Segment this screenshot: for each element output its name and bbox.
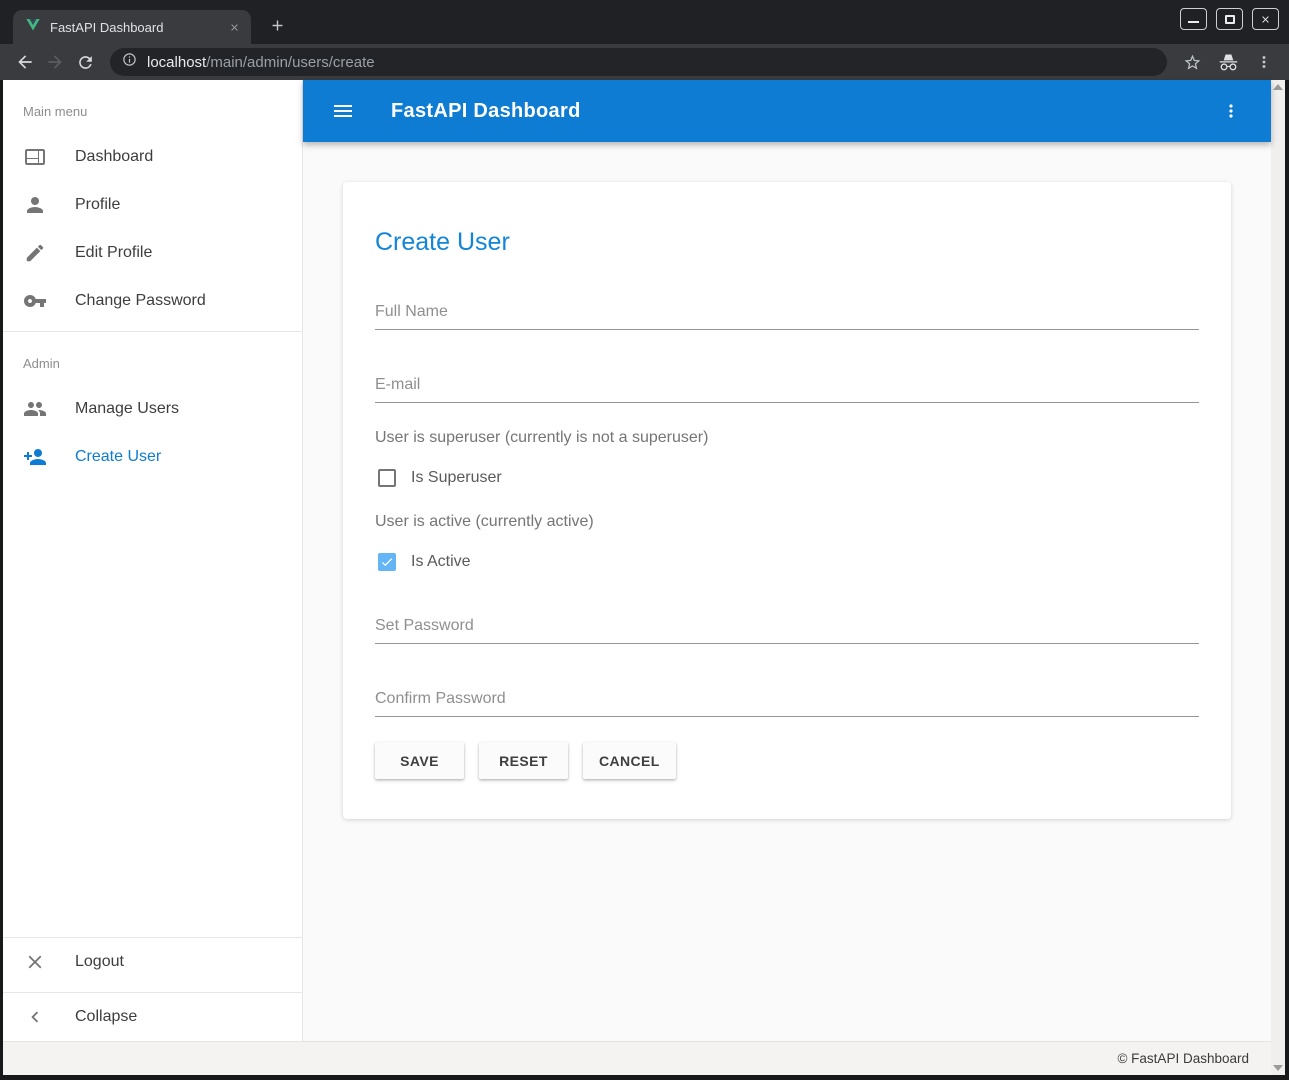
sidebar-item-label: Dashboard	[75, 148, 153, 166]
browser-tab[interactable]: FastAPI Dashboard	[13, 10, 251, 44]
scroll-down-icon[interactable]	[1273, 1065, 1283, 1071]
create-user-card: Create User User is superuser (currently…	[343, 182, 1231, 819]
browser-toolbar: localhost/main/admin/users/create	[0, 44, 1289, 80]
app-bar: FastAPI Dashboard	[303, 80, 1271, 142]
cancel-button[interactable]: CANCEL	[583, 742, 676, 779]
sidebar-item-profile[interactable]: Profile	[3, 181, 302, 229]
sidebar-item-label: Manage Users	[75, 400, 179, 418]
reset-button[interactable]: RESET	[479, 742, 568, 779]
is-active-checkbox-row[interactable]: Is Active	[375, 553, 1199, 571]
pencil-icon	[23, 241, 47, 265]
people-icon	[23, 397, 47, 421]
sidebar-item-dashboard[interactable]: Dashboard	[3, 133, 302, 181]
superuser-hint: User is superuser (currently is not a su…	[375, 429, 1199, 447]
close-button[interactable]	[1252, 8, 1279, 30]
info-icon[interactable]	[122, 52, 137, 72]
email-input[interactable]	[375, 370, 1199, 402]
set-password-field-wrap	[375, 611, 1199, 644]
hamburger-menu-icon[interactable]	[325, 93, 361, 129]
save-button[interactable]: SAVE	[375, 742, 464, 779]
tab-title: FastAPI Dashboard	[50, 20, 225, 35]
appbar-title: FastAPI Dashboard	[391, 100, 581, 123]
sidebar-item-label: Collapse	[75, 1008, 137, 1026]
content-area: Create User User is superuser (currently…	[303, 142, 1271, 1041]
sidebar-item-edit-profile[interactable]: Edit Profile	[3, 229, 302, 277]
confirm-password-field-wrap	[375, 684, 1199, 717]
sidebar-item-create-user[interactable]: Create User	[3, 433, 302, 481]
tab-close-icon[interactable]	[225, 18, 243, 36]
incognito-icon	[1213, 47, 1243, 77]
sidebar-item-manage-users[interactable]: Manage Users	[3, 385, 302, 433]
chevron-left-icon	[23, 1005, 47, 1029]
page-body: Main menu Dashboard Profile	[0, 80, 1289, 1080]
sidebar-item-collapse[interactable]: Collapse	[3, 993, 302, 1041]
close-icon	[23, 950, 47, 974]
sidebar-item-label: Edit Profile	[75, 244, 152, 262]
full-name-field-wrap	[375, 297, 1199, 330]
full-name-input[interactable]	[375, 297, 1199, 329]
sidebar-section-admin: Admin	[3, 332, 302, 385]
dashboard-icon	[23, 145, 47, 169]
reload-icon[interactable]	[70, 47, 100, 77]
scroll-up-icon[interactable]	[1273, 84, 1283, 90]
browser-window: FastAPI Dashboard	[0, 0, 1289, 1080]
minimize-button[interactable]	[1180, 8, 1207, 30]
set-password-input[interactable]	[375, 611, 1199, 643]
is-superuser-checkbox-row[interactable]: Is Superuser	[375, 469, 1199, 487]
active-hint: User is active (currently active)	[375, 513, 1199, 531]
page-title: Create User	[375, 228, 1199, 257]
checkbox-unchecked-icon[interactable]	[378, 469, 396, 487]
page-footer: © FastAPI Dashboard	[3, 1041, 1285, 1075]
sidebar-section-main-menu: Main menu	[3, 80, 302, 133]
checkbox-label: Is Superuser	[411, 469, 502, 487]
sidebar-item-label: Create User	[75, 448, 161, 466]
back-icon[interactable]	[10, 47, 40, 77]
form-actions: SAVE RESET CANCEL	[375, 742, 1199, 779]
key-icon	[23, 289, 47, 313]
vue-logo-icon	[25, 17, 41, 38]
new-tab-button[interactable]	[263, 11, 291, 39]
checkbox-checked-icon[interactable]	[378, 553, 396, 571]
checkbox-label: Is Active	[411, 553, 471, 571]
person-add-icon	[23, 445, 47, 469]
person-icon	[23, 193, 47, 217]
sidebar-item-label: Profile	[75, 196, 120, 214]
sidebar-item-change-password[interactable]: Change Password	[3, 277, 302, 325]
appbar-kebab-menu-icon[interactable]	[1213, 93, 1249, 129]
bookmark-star-icon[interactable]	[1177, 47, 1207, 77]
url-text: localhost/main/admin/users/create	[147, 54, 375, 71]
copyright-text: © FastAPI Dashboard	[1117, 1051, 1249, 1066]
sidebar: Main menu Dashboard Profile	[3, 80, 303, 1041]
forward-icon[interactable]	[40, 47, 70, 77]
sidebar-item-label: Change Password	[75, 292, 206, 310]
browser-titlebar: FastAPI Dashboard	[0, 0, 1289, 44]
confirm-password-input[interactable]	[375, 684, 1199, 716]
maximize-button[interactable]	[1216, 8, 1243, 30]
sidebar-item-label: Logout	[75, 953, 124, 971]
browser-menu-icon[interactable]	[1249, 47, 1279, 77]
address-bar[interactable]: localhost/main/admin/users/create	[110, 48, 1167, 76]
page-scrollbar[interactable]	[1271, 80, 1285, 1075]
email-field-wrap	[375, 370, 1199, 403]
sidebar-item-logout[interactable]: Logout	[3, 938, 302, 986]
window-controls	[1180, 8, 1279, 30]
